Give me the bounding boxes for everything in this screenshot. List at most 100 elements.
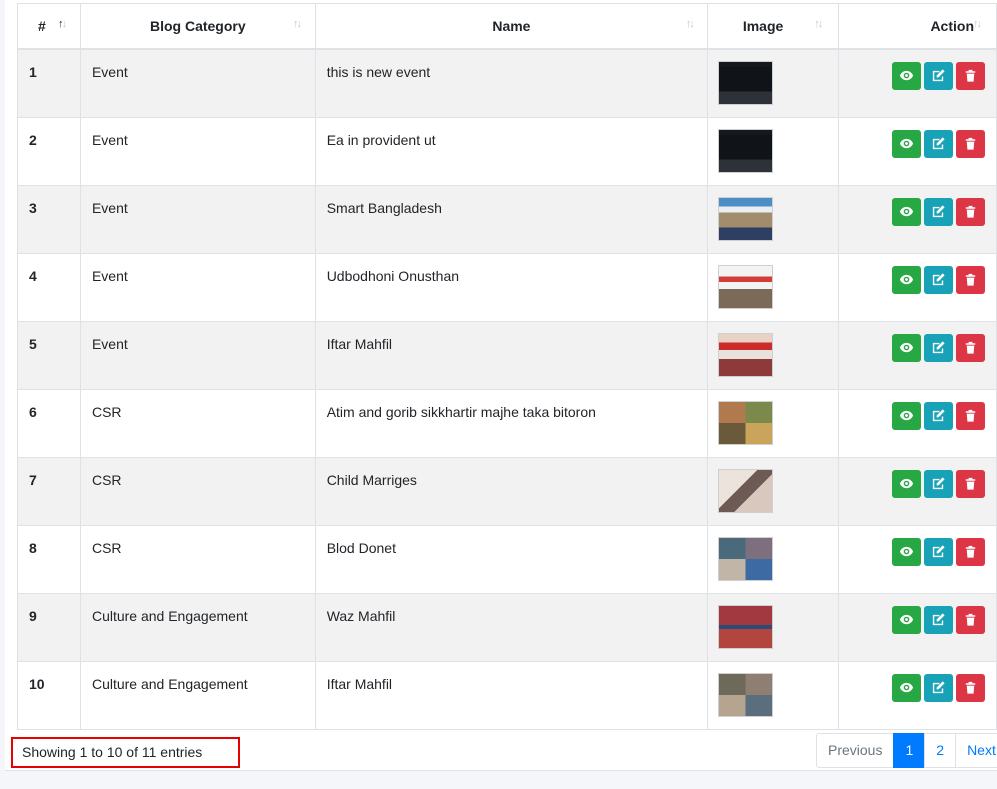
dark-slide-thumbnail[interactable] (718, 61, 774, 105)
delete-button[interactable] (956, 538, 985, 566)
sort-icon: ↑↓ (58, 18, 67, 30)
column-label-name: Name (492, 18, 531, 34)
view-button[interactable] (892, 538, 921, 566)
iftar-collage-photo-thumbnail[interactable] (718, 673, 774, 717)
delete-button[interactable] (956, 198, 985, 226)
row-category: Event (91, 64, 128, 80)
row-actions (839, 322, 996, 362)
view-button[interactable] (892, 674, 921, 702)
edit-button[interactable] (924, 130, 953, 158)
edit-button[interactable] (924, 538, 953, 566)
eye-icon (899, 274, 914, 285)
page-2-button[interactable]: 2 (924, 733, 957, 768)
delete-button[interactable] (956, 606, 985, 634)
table-row: 5 Event Iftar Mahfil (17, 321, 997, 390)
row-name: Smart Bangladesh (326, 200, 442, 216)
row-number: 5 (29, 336, 37, 352)
blog-table: # ↑↓ Blog Category ↑↓ Name ↑↓ Image ↑↓ A… (17, 3, 997, 730)
edit-icon (932, 681, 945, 694)
edit-button[interactable] (924, 198, 953, 226)
edit-icon (932, 205, 945, 218)
row-name: Waz Mahfil (326, 608, 396, 624)
row-number: 1 (29, 64, 37, 80)
view-button[interactable] (892, 130, 921, 158)
eye-icon (899, 138, 914, 149)
view-button[interactable] (892, 62, 921, 90)
row-category: Event (91, 200, 128, 216)
row-name: this is new event (326, 64, 431, 80)
dark-slide-thumbnail[interactable] (718, 129, 774, 173)
column-header-image[interactable]: Image ↑↓ (707, 3, 839, 50)
row-number: 3 (29, 200, 37, 216)
edit-icon (932, 613, 945, 626)
trash-icon (965, 409, 976, 422)
row-category: Event (91, 336, 128, 352)
edit-icon (932, 273, 945, 286)
row-category: Culture and Engagement (91, 608, 248, 624)
next-page-button[interactable]: Next (955, 733, 997, 768)
trash-icon (965, 137, 976, 150)
delete-button[interactable] (956, 470, 985, 498)
edit-button[interactable] (924, 62, 953, 90)
view-button[interactable] (892, 198, 921, 226)
eye-icon (899, 614, 914, 625)
edit-button[interactable] (924, 470, 953, 498)
blog-list-card: # ↑↓ Blog Category ↑↓ Name ↑↓ Image ↑↓ A… (5, 0, 997, 771)
delete-button[interactable] (956, 62, 985, 90)
collage-photo-thumbnail[interactable] (718, 401, 774, 445)
edit-icon (932, 409, 945, 422)
view-button[interactable] (892, 470, 921, 498)
view-button[interactable] (892, 334, 921, 362)
row-number: 8 (29, 540, 37, 556)
row-number: 9 (29, 608, 37, 624)
page-1-button[interactable]: 1 (893, 733, 926, 768)
red-banner-photo-thumbnail[interactable] (718, 333, 774, 377)
table-row: 4 Event Udbodhoni Onusthan (17, 253, 997, 322)
row-actions (839, 390, 996, 430)
column-header-name[interactable]: Name ↑↓ (314, 3, 709, 50)
row-number: 6 (29, 404, 37, 420)
eye-icon (899, 342, 914, 353)
row-category: Event (91, 132, 128, 148)
table-body: 1 Event this is new event 2 Event Ea in … (17, 48, 997, 730)
trash-icon (965, 69, 976, 82)
trash-icon (965, 545, 976, 558)
edit-button[interactable] (924, 266, 953, 294)
sort-icon: ↑↓ (292, 18, 302, 30)
column-header-number[interactable]: # ↑↓ (17, 3, 81, 50)
banner-photo-thumbnail[interactable] (718, 265, 774, 309)
table-header-row: # ↑↓ Blog Category ↑↓ Name ↑↓ Image ↑↓ A… (17, 3, 997, 50)
edit-button[interactable] (924, 606, 953, 634)
delete-button[interactable] (956, 674, 985, 702)
trash-icon (965, 273, 976, 286)
waz-collage-photo-thumbnail[interactable] (718, 605, 774, 649)
delete-button[interactable] (956, 402, 985, 430)
room-photo-thumbnail[interactable] (718, 469, 774, 513)
trash-icon (965, 205, 976, 218)
eye-icon (899, 478, 914, 489)
row-category: CSR (91, 404, 122, 420)
blood-collage-photo-thumbnail[interactable] (718, 537, 774, 581)
column-header-action[interactable]: Action ↑↓ (838, 3, 997, 50)
row-actions (839, 594, 996, 634)
delete-button[interactable] (956, 130, 985, 158)
column-header-category[interactable]: Blog Category ↑↓ (79, 3, 316, 50)
row-actions (839, 662, 996, 702)
row-actions (839, 186, 996, 226)
view-button[interactable] (892, 402, 921, 430)
edit-button[interactable] (924, 674, 953, 702)
eye-icon (899, 682, 914, 693)
view-button[interactable] (892, 266, 921, 294)
view-button[interactable] (892, 606, 921, 634)
table-row: 1 Event this is new event (17, 48, 997, 118)
edit-button[interactable] (924, 402, 953, 430)
edit-button[interactable] (924, 334, 953, 362)
trash-icon (965, 613, 976, 626)
trash-icon (965, 341, 976, 354)
edit-icon (932, 477, 945, 490)
previous-page-button[interactable]: Previous (816, 733, 895, 768)
delete-button[interactable] (956, 266, 985, 294)
seminar-photo-thumbnail[interactable] (718, 197, 774, 241)
sort-icon: ↑↓ (685, 18, 695, 30)
delete-button[interactable] (956, 334, 985, 362)
